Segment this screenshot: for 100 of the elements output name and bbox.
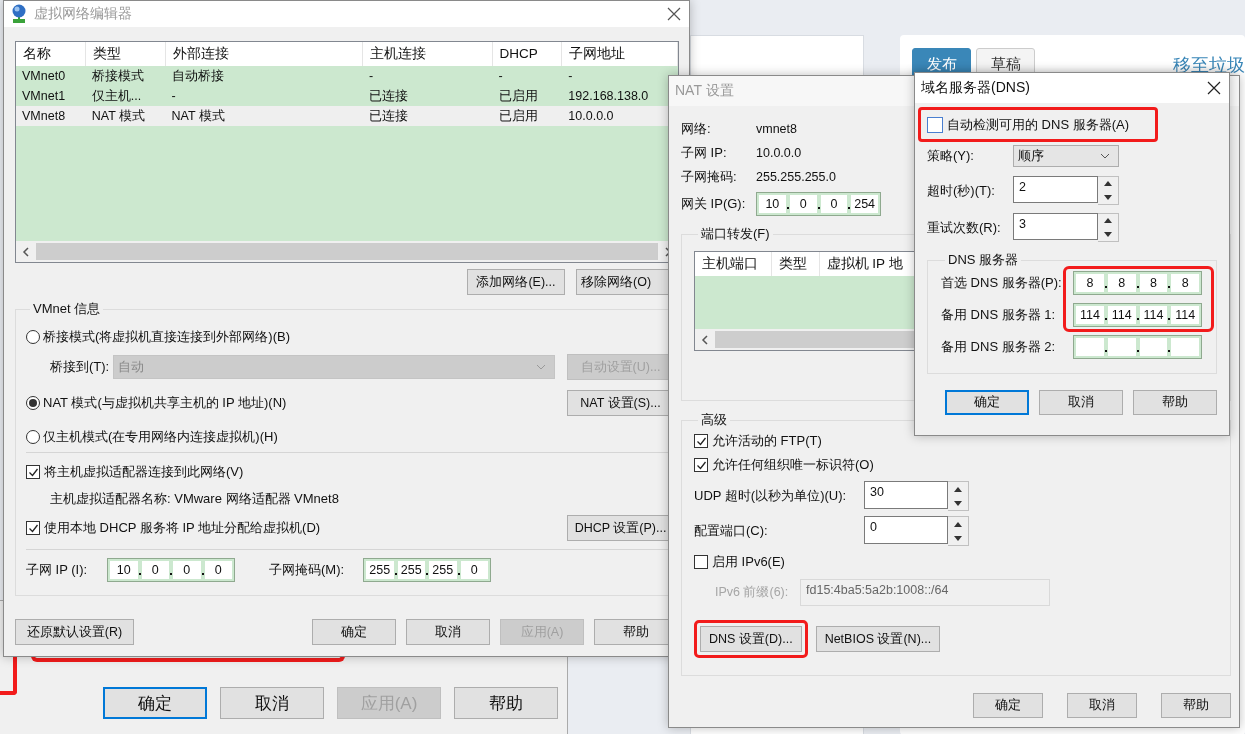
- octet-field[interactable]: 8: [1139, 274, 1168, 292]
- octet-field[interactable]: 114: [1076, 306, 1104, 324]
- table-cell-text: -: [367, 68, 375, 85]
- octet-field[interactable]: 0: [173, 561, 201, 579]
- number-field[interactable]: 2: [1013, 176, 1098, 203]
- add-network-button[interactable]: 添加网络(E)...: [467, 269, 565, 295]
- info-label: 子网 IP:: [681, 144, 728, 162]
- octet-field[interactable]: 8: [1171, 274, 1199, 292]
- radio-label[interactable]: 仅主机模式(在专用网络内连接虚拟机)(H): [43, 428, 278, 446]
- window-title: 域名服务器(DNS): [921, 79, 1030, 97]
- octet-field[interactable]: 114: [1139, 306, 1168, 324]
- dialog-button[interactable]: 确定: [945, 390, 1029, 415]
- info-label: 子网掩码:: [681, 168, 738, 186]
- field-label: 超时(秒)(T):: [927, 181, 996, 200]
- info-value: vmnet8: [756, 122, 797, 136]
- table-cell-text: VMnet1: [21, 88, 67, 105]
- octet-field[interactable]: 8: [1107, 274, 1136, 292]
- table-cell-text: 自动桥接: [170, 68, 225, 85]
- group-title: DNS 服务器: [947, 251, 1020, 269]
- table-cell-text: 已启用: [497, 108, 539, 125]
- dialog-button[interactable]: 帮助: [454, 687, 558, 719]
- octet-field[interactable]: 0: [820, 195, 848, 213]
- ip-address-field[interactable]: 8 8 8 8: [1073, 271, 1202, 295]
- octet-field[interactable]: 10: [110, 561, 138, 579]
- table-cell-text: -: [170, 88, 177, 105]
- column-header[interactable]: 子网地址: [562, 42, 678, 66]
- dialog-button[interactable]: 帮助: [1161, 693, 1231, 718]
- table-cell-text: NAT 模式: [170, 108, 226, 125]
- table-cell-text: NAT 模式: [90, 108, 147, 125]
- table-cell-text: -: [497, 68, 504, 85]
- dialog-button[interactable]: 取消: [1039, 390, 1123, 415]
- info-label: 网络:: [681, 120, 712, 138]
- field-label: 重试次数(R):: [927, 218, 1002, 237]
- octet-field[interactable]: 0: [141, 561, 169, 579]
- table-cell-text: 仅主机...: [90, 88, 143, 105]
- dialog-button[interactable]: 确定: [103, 687, 207, 719]
- field-label: 配置端口(C):: [694, 522, 769, 540]
- table-cell-text: VMnet0: [21, 68, 67, 85]
- dialog-button[interactable]: 帮助: [1133, 390, 1217, 415]
- dialog-button[interactable]: 取消: [220, 687, 324, 719]
- ip-address-field[interactable]: 10 0 0 0: [107, 558, 235, 582]
- field-label: UDP 超时(以秒为单位)(U):: [694, 487, 848, 505]
- ip-address-field[interactable]: 255 255 255 0: [363, 558, 491, 582]
- field-label: 备用 DNS 服务器 2:: [941, 338, 1057, 356]
- group-title: VMnet 信息: [32, 300, 102, 318]
- number-field[interactable]: 3: [1013, 213, 1098, 240]
- octet-field[interactable]: 10: [759, 195, 786, 213]
- field-label: 桥接到(T):: [50, 358, 110, 376]
- adapter-name: 主机虚拟适配器名称: VMware 网络适配器 VMnet8: [49, 490, 339, 508]
- radio-label[interactable]: NAT 模式(与虚拟机共享主机的 IP 地址)(N): [43, 394, 287, 412]
- window-title: 虚拟网络编辑器: [34, 5, 132, 23]
- dialog-button[interactable]: 确定: [312, 619, 396, 645]
- octet-field[interactable]: 255: [366, 561, 394, 579]
- column-header[interactable]: 主机连接: [362, 42, 493, 66]
- checkbox-label[interactable]: 使用本地 DHCP 服务将 IP 地址分配给虚拟机(D): [44, 519, 321, 537]
- table-cell-text: 已连接: [367, 108, 409, 125]
- field-label: 网关 IP(G):: [681, 195, 747, 213]
- column-header[interactable]: 名称: [16, 42, 86, 66]
- checkbox-label[interactable]: 自动检测可用的 DNS 服务器(A): [947, 115, 1129, 134]
- checkbox-label[interactable]: 允许任何组织唯一标识符(O): [712, 456, 874, 474]
- radio-label[interactable]: 桥接模式(将虚拟机直接连接到外部网络)(B): [43, 328, 290, 346]
- settings-button[interactable]: DNS 设置(D)...: [700, 626, 802, 652]
- ip-address-field[interactable]: 10 0 0 254: [756, 192, 881, 216]
- policy-dropdown[interactable]: 顺序: [1013, 145, 1119, 167]
- ip-address-field[interactable]: 114 114 114 114: [1073, 303, 1202, 327]
- number-field[interactable]: 0: [864, 516, 948, 544]
- column-header[interactable]: 类型: [771, 252, 820, 276]
- column-header[interactable]: 类型: [85, 42, 166, 66]
- checkbox-label[interactable]: 允许活动的 FTP(T): [712, 432, 822, 450]
- table-cell-text: 10.0.0.0: [567, 108, 615, 125]
- settings-button[interactable]: NetBIOS 设置(N)...: [815, 626, 941, 652]
- number-field[interactable]: 30: [864, 481, 948, 509]
- octet-field[interactable]: 255: [429, 561, 457, 579]
- restore-defaults-button[interactable]: 还原默认设置(R): [15, 619, 134, 645]
- table-cell-text: 192.168.138.0: [567, 88, 650, 105]
- field-label: 备用 DNS 服务器 1:: [941, 306, 1057, 324]
- octet-field[interactable]: 114: [1171, 306, 1199, 324]
- octet-field[interactable]: 0: [204, 561, 232, 579]
- octet-field[interactable]: 0: [460, 561, 488, 579]
- group-title: 端口转发(F): [700, 225, 771, 243]
- checkbox-label[interactable]: 将主机虚拟适配器连接到此网络(V): [44, 463, 244, 481]
- dialog-button[interactable]: 确定: [973, 693, 1043, 718]
- octet-field[interactable]: 254: [851, 195, 878, 213]
- table-cell-text: -: [567, 68, 574, 85]
- field-label: 子网掩码(M):: [269, 561, 346, 579]
- window-title: NAT 设置: [675, 82, 734, 100]
- octet-field[interactable]: 0: [789, 195, 817, 213]
- octet-field[interactable]: 255: [397, 561, 425, 579]
- column-header[interactable]: 主机端口: [695, 252, 772, 276]
- column-header[interactable]: DHCP: [492, 42, 563, 66]
- field-label: 子网 IP (I):: [26, 561, 89, 579]
- table-cell-text: VMnet8: [21, 108, 67, 125]
- column-header[interactable]: 外部连接: [165, 42, 363, 66]
- dialog-button[interactable]: 取消: [406, 619, 490, 645]
- dialog-button[interactable]: 取消: [1067, 693, 1137, 718]
- octet-field[interactable]: 8: [1076, 274, 1104, 292]
- table-cell-text: 已连接: [367, 88, 409, 105]
- table-cell-text: 桥接模式: [90, 68, 145, 85]
- checkbox-label[interactable]: 启用 IPv6(E): [712, 553, 785, 571]
- octet-field[interactable]: 114: [1107, 306, 1136, 324]
